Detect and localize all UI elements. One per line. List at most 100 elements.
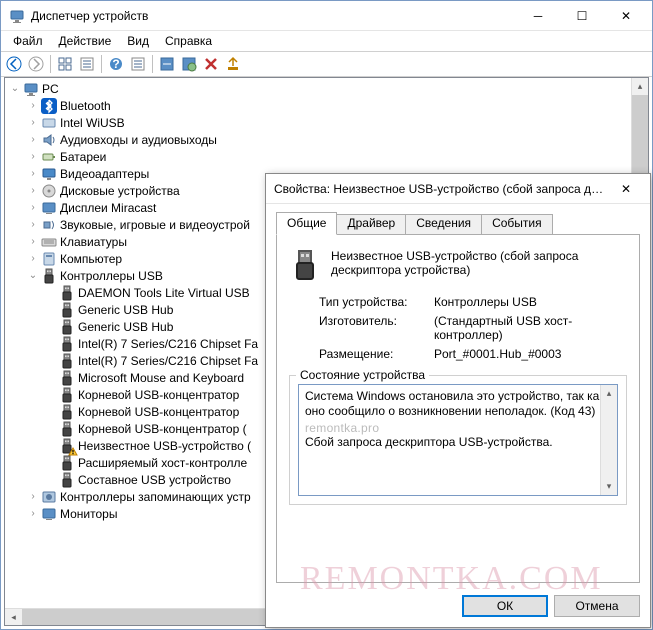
usb-device-icon	[289, 249, 321, 281]
tree-node-label: Bluetooth	[60, 99, 111, 113]
status-legend: Состояние устройства	[296, 368, 429, 382]
menu-action[interactable]: Действие	[51, 32, 120, 50]
back-button[interactable]	[3, 53, 25, 75]
install-legacy-button[interactable]	[222, 53, 244, 75]
prop-type: Тип устройства: Контроллеры USB	[319, 295, 627, 309]
expand-icon[interactable]: ›	[27, 100, 39, 112]
tree-node-label: PC	[42, 82, 59, 96]
expand-icon[interactable]: ›	[27, 117, 39, 129]
twisty-spacer	[45, 321, 57, 333]
tree-node-label: Intel(R) 7 Series/C216 Chipset Fa	[78, 354, 258, 368]
twisty-spacer	[45, 406, 57, 418]
tab-details[interactable]: Сведения	[405, 214, 482, 234]
tree-node-label: Корневой USB-концентратор	[78, 405, 239, 419]
tree-node-label: Компьютер	[60, 252, 122, 266]
tree-node-label: Microsoft Mouse and Keyboard	[78, 371, 244, 385]
prop-mfr-label: Изготовитель:	[319, 314, 434, 342]
expand-icon[interactable]: ›	[27, 185, 39, 197]
tree-node[interactable]: ›Аудиовходы и аудиовыходы	[5, 131, 648, 148]
toolbar-separator	[50, 55, 51, 73]
collapse-icon[interactable]: ⌄	[9, 83, 21, 95]
dialog-title: Свойства: Неизвестное USB-устройство (сб…	[274, 182, 606, 196]
status-line1: Система Windows остановила это устройств…	[305, 389, 611, 419]
expand-icon[interactable]: ›	[27, 219, 39, 231]
status-scrollbar[interactable]: ▴ ▾	[600, 385, 617, 495]
storage-icon	[41, 489, 57, 505]
tree-node-label: Неизвестное USB-устройство (	[78, 439, 251, 453]
ok-button[interactable]: ОК	[462, 595, 548, 617]
scroll-left-button[interactable]: ◂	[5, 609, 22, 625]
usb-icon	[59, 421, 75, 437]
properties-button[interactable]	[76, 53, 98, 75]
twisty-spacer	[45, 423, 57, 435]
prop-loc-label: Размещение:	[319, 347, 434, 361]
show-hide-tree-button[interactable]	[54, 53, 76, 75]
expand-icon[interactable]: ›	[27, 253, 39, 265]
uninstall-button[interactable]	[200, 53, 222, 75]
tree-node-label: Составное USB устройство	[78, 473, 231, 487]
tree-node-label: Intel(R) 7 Series/C216 Chipset Fa	[78, 337, 258, 351]
generic-icon	[41, 115, 57, 131]
scan-hardware-button[interactable]	[156, 53, 178, 75]
tree-node-label: Intel WiUSB	[60, 116, 125, 130]
toolbar	[1, 51, 652, 77]
prop-manufacturer: Изготовитель: (Стандартный USB хост-конт…	[319, 314, 627, 342]
tree-node-label: Расширяемый хост-контролле	[78, 456, 247, 470]
tab-general[interactable]: Общие	[276, 212, 337, 235]
usb-icon	[59, 302, 75, 318]
expand-icon[interactable]: ›	[27, 151, 39, 163]
tree-node[interactable]: › Intel WiUSB	[5, 114, 648, 131]
expand-icon[interactable]: ›	[27, 236, 39, 248]
twisty-spacer	[45, 287, 57, 299]
toolbar-separator	[101, 55, 102, 73]
tab-events[interactable]: События	[481, 214, 553, 234]
status-scroll-up[interactable]: ▴	[601, 385, 617, 402]
menu-file[interactable]: Файл	[5, 32, 51, 50]
tree-node-label: DAEMON Tools Lite Virtual USB	[78, 286, 250, 300]
toolbar-separator	[152, 55, 153, 73]
action-props-button[interactable]	[127, 53, 149, 75]
minimize-button[interactable]: ─	[516, 2, 560, 30]
cancel-button[interactable]: Отмена	[554, 595, 640, 617]
tree-node-label: Контроллеры USB	[60, 269, 163, 283]
tree-node[interactable]: ›Батареи	[5, 148, 648, 165]
tree-node-label: Корневой USB-концентратор	[78, 388, 239, 402]
update-driver-button[interactable]	[178, 53, 200, 75]
main-title: Диспетчер устройств	[31, 9, 516, 23]
help-button[interactable]	[105, 53, 127, 75]
menu-view[interactable]: Вид	[119, 32, 157, 50]
expand-icon[interactable]: ›	[27, 508, 39, 520]
status-scroll-down[interactable]: ▾	[601, 478, 617, 495]
prop-type-value: Контроллеры USB	[434, 295, 627, 309]
usb-icon	[59, 353, 75, 369]
close-button[interactable]: ✕	[604, 2, 648, 30]
tree-node[interactable]: › Bluetooth	[5, 97, 648, 114]
twisty-spacer	[45, 389, 57, 401]
device-name: Неизвестное USB-устройство (сбой запроса…	[331, 249, 627, 277]
usb-icon	[59, 438, 75, 454]
collapse-icon[interactable]: ⌄	[27, 270, 39, 282]
expand-icon[interactable]: ›	[27, 134, 39, 146]
twisty-spacer	[45, 355, 57, 367]
dialog-close-button[interactable]: ✕	[606, 175, 646, 203]
expand-icon[interactable]: ›	[27, 202, 39, 214]
usb-icon	[59, 285, 75, 301]
main-titlebar: Диспетчер устройств ─ ☐ ✕	[1, 1, 652, 31]
expand-icon[interactable]: ›	[27, 168, 39, 180]
prop-mfr-value: (Стандартный USB хост-контроллер)	[434, 314, 627, 342]
dialog-button-row: ОК Отмена	[276, 595, 640, 617]
display-icon	[41, 166, 57, 182]
tree-node-label: Мониторы	[60, 507, 117, 521]
maximize-button[interactable]: ☐	[560, 2, 604, 30]
forward-button[interactable]	[25, 53, 47, 75]
tree-node-label: Дисплеи Miracast	[60, 201, 156, 215]
twisty-spacer	[45, 474, 57, 486]
twisty-spacer	[45, 304, 57, 316]
usb-icon	[59, 336, 75, 352]
status-textbox[interactable]: Система Windows остановила это устройств…	[298, 384, 618, 496]
tab-driver[interactable]: Драйвер	[336, 214, 406, 234]
scroll-up-button[interactable]: ▴	[632, 78, 648, 95]
tree-node[interactable]: ⌄ PC	[5, 80, 648, 97]
expand-icon[interactable]: ›	[27, 491, 39, 503]
menu-help[interactable]: Справка	[157, 32, 220, 50]
